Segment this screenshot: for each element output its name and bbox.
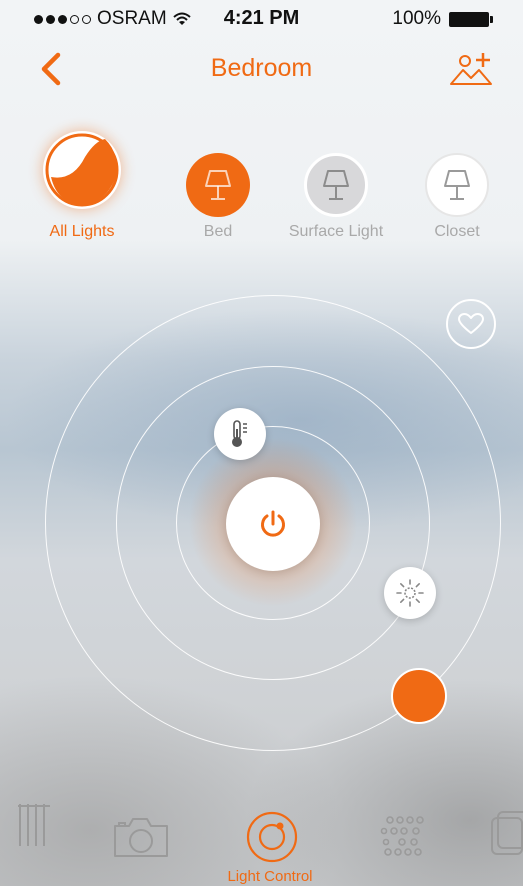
brightness-slider-handle[interactable] — [391, 668, 447, 724]
temperature-knob[interactable] — [214, 408, 266, 460]
brightness-knob[interactable] — [384, 567, 436, 619]
battery-percent: 100% — [392, 8, 441, 29]
favorite-button[interactable] — [446, 299, 496, 349]
heart-icon — [458, 313, 484, 334]
camera-icon — [114, 818, 168, 857]
dot-grid-icon — [380, 816, 424, 856]
page-title: Bedroom — [210, 54, 313, 82]
tab-label-light-control: Light Control — [227, 868, 313, 885]
tab-more[interactable] — [488, 808, 523, 858]
tab-camera[interactable] — [108, 814, 174, 860]
power-icon — [261, 510, 285, 537]
light-label: Surface Light — [288, 223, 384, 240]
lamp-icon — [186, 153, 250, 217]
app-screen: OSRAM 4:21 PM 100% Bedroom All Lights Be… — [0, 0, 523, 886]
tab-scenes[interactable] — [14, 800, 54, 848]
stacked-pages-icon — [491, 811, 523, 855]
battery-status: 100% — [392, 8, 493, 30]
tab-effects[interactable] — [374, 814, 434, 858]
battery-icon — [449, 11, 493, 27]
thermometer-icon — [232, 420, 247, 447]
lamp-icon — [304, 153, 368, 217]
lamp-icon — [425, 153, 489, 217]
power-button[interactable] — [226, 477, 320, 571]
light-label: Bed — [203, 223, 233, 240]
status-bar: OSRAM 4:21 PM 100% — [0, 0, 523, 36]
brightness-icon — [396, 579, 424, 607]
light-control-icon — [246, 811, 298, 863]
light-label: Closet — [434, 223, 480, 240]
tab-light-control[interactable] — [244, 810, 300, 864]
gate-icon — [18, 804, 50, 846]
add-scene-icon[interactable] — [449, 50, 493, 86]
all-lights-icon — [43, 131, 121, 209]
tab-bar: Light Control — [0, 790, 523, 886]
light-label: All Lights — [49, 223, 115, 240]
